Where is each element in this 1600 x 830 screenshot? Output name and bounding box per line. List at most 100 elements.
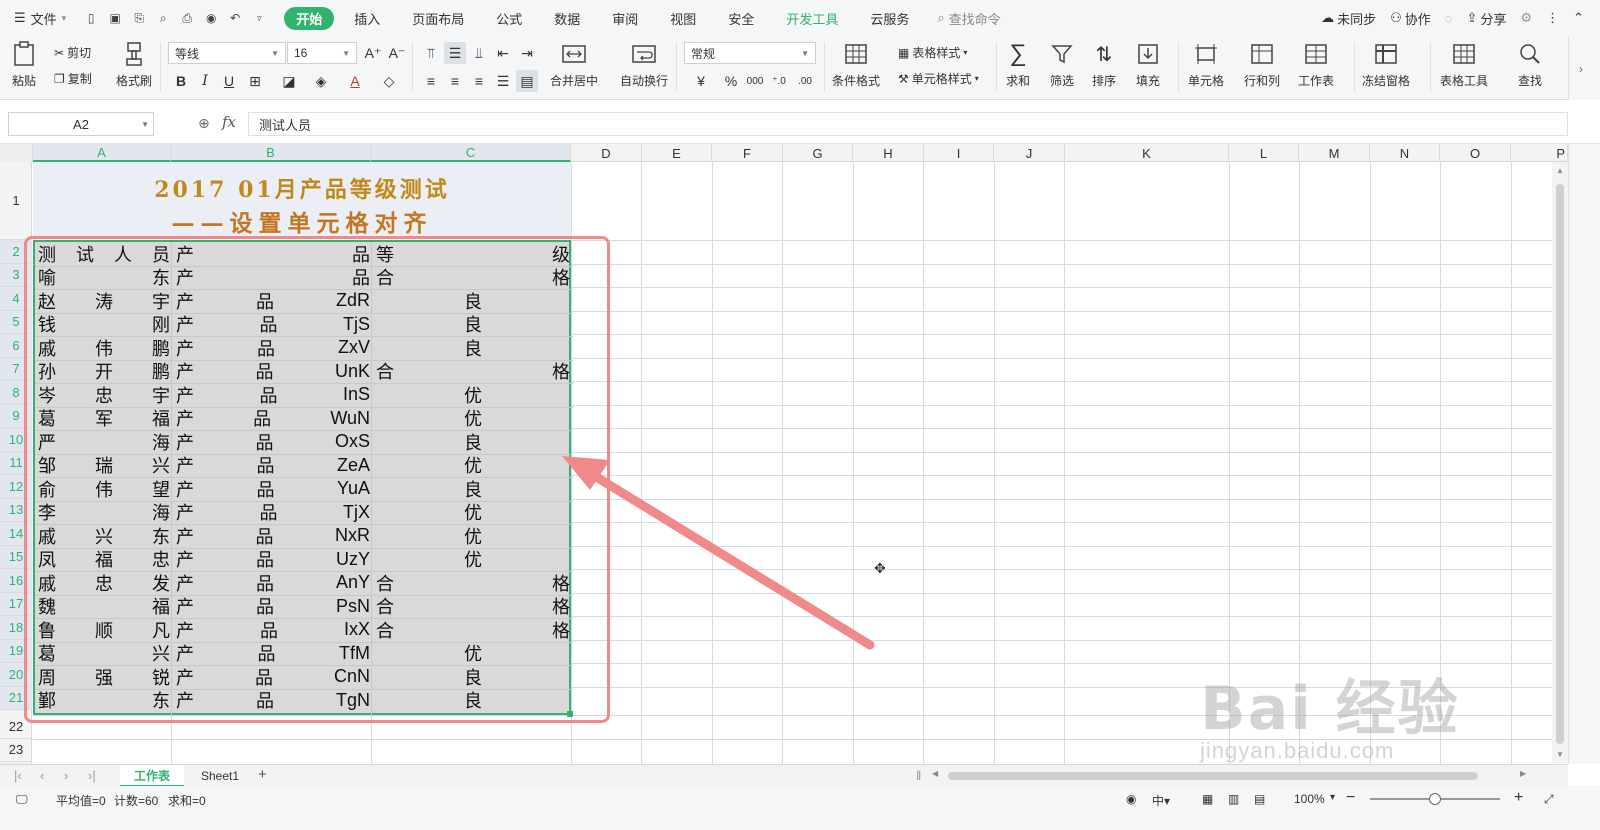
distributed-align-icon[interactable]: ▤ bbox=[516, 70, 538, 92]
sync-button[interactable]: ☁ 未同步 bbox=[1321, 9, 1376, 28]
number-format-select[interactable]: 常规 ▼ bbox=[684, 42, 816, 64]
sum-button[interactable]: ∑ 求和 bbox=[1004, 40, 1032, 89]
conditional-format-button[interactable]: 条件格式 bbox=[832, 40, 880, 89]
save-icon[interactable]: ▣ bbox=[106, 9, 124, 27]
collapse-ribbon-icon[interactable]: ⌃ bbox=[1573, 10, 1584, 26]
column-header[interactable]: M bbox=[1299, 144, 1370, 162]
cut-button[interactable]: ✂ 剪切 bbox=[54, 44, 91, 61]
fill-button[interactable]: 填充 bbox=[1134, 40, 1162, 89]
tab-security[interactable]: 安全 bbox=[716, 7, 766, 30]
first-sheet-icon[interactable]: |‹ bbox=[14, 768, 22, 783]
export-icon[interactable]: ⎘ bbox=[130, 9, 148, 27]
zoom-slider[interactable] bbox=[1370, 793, 1500, 805]
table-style-button[interactable]: ▦ 表格样式 ▾ bbox=[898, 44, 967, 61]
column-header[interactable]: O bbox=[1440, 144, 1511, 162]
decrease-font-icon[interactable]: A⁻ bbox=[386, 42, 408, 64]
vertical-scrollbar[interactable]: ▲ ▼ bbox=[1552, 162, 1568, 764]
column-header[interactable]: H bbox=[853, 144, 924, 162]
indent-decrease-icon[interactable]: ⇤ bbox=[492, 42, 514, 64]
table-tools-button[interactable]: 表格工具 bbox=[1440, 40, 1488, 89]
formula-input[interactable]: 测试人员 bbox=[248, 112, 1568, 136]
align-left-icon[interactable]: ≡ bbox=[420, 70, 442, 92]
last-sheet-icon[interactable]: ›| bbox=[88, 768, 96, 783]
page-break-view-icon[interactable]: ▤ bbox=[1254, 792, 1265, 806]
fullscreen-icon[interactable]: ⤢ bbox=[1544, 792, 1554, 807]
align-right-icon[interactable]: ≡ bbox=[468, 70, 490, 92]
column-header[interactable]: L bbox=[1229, 144, 1299, 162]
thousands-icon[interactable]: 000 bbox=[744, 70, 766, 92]
zoom-icon[interactable]: ⊕ bbox=[198, 115, 210, 132]
filter-button[interactable]: 筛选 bbox=[1048, 40, 1076, 89]
chevron-down-icon[interactable]: ▾ bbox=[1330, 792, 1335, 803]
column-header[interactable]: A bbox=[33, 144, 171, 162]
collab-button[interactable]: ⚇ 协作 bbox=[1390, 9, 1431, 28]
eraser-icon[interactable]: ◇ bbox=[378, 70, 400, 92]
eye-protection-icon[interactable]: ◉ bbox=[1126, 792, 1136, 806]
cells-button[interactable]: 单元格 bbox=[1188, 40, 1224, 89]
column-header[interactable]: B bbox=[171, 144, 371, 162]
copy-button[interactable]: ❐ 复制 bbox=[54, 70, 92, 87]
column-header[interactable]: N bbox=[1370, 144, 1440, 162]
settings-icon[interactable]: ⚙ bbox=[1520, 10, 1532, 26]
screenshot-icon[interactable]: ◉ bbox=[202, 9, 220, 27]
font-size-select[interactable]: 16 ▼ bbox=[287, 42, 357, 64]
title-cell[interactable]: 2017 01月产品等级测试 ——设置单元格对齐 bbox=[33, 162, 571, 240]
bucket-icon[interactable]: ◈ bbox=[310, 70, 332, 92]
tab-developer[interactable]: 开发工具 bbox=[774, 7, 850, 30]
underline-button[interactable]: U bbox=[218, 70, 240, 92]
format-painter-button[interactable]: 格式刷 bbox=[116, 40, 152, 89]
find-button[interactable]: 查找 bbox=[1516, 40, 1544, 89]
row-header[interactable]: 23 bbox=[0, 739, 32, 762]
print-icon[interactable]: ⎙ bbox=[178, 9, 196, 27]
screen-icon[interactable]: 🖵 bbox=[16, 792, 28, 807]
input-method-icon[interactable]: 中▾ bbox=[1152, 792, 1170, 809]
border-icon[interactable]: ⊞ bbox=[244, 70, 266, 92]
comment-icon[interactable]: ◌ bbox=[1445, 11, 1453, 26]
add-sheet-icon[interactable]: + bbox=[258, 766, 267, 783]
tab-home[interactable]: 开始 bbox=[284, 6, 335, 30]
function-icon[interactable]: fx bbox=[222, 113, 236, 131]
file-menu[interactable]: ☰ 文件 ▾ bbox=[0, 9, 74, 28]
wrap-text-button[interactable]: 自动换行 bbox=[620, 40, 668, 89]
align-middle-icon[interactable]: ☰ bbox=[444, 42, 466, 64]
column-header[interactable]: C bbox=[371, 144, 571, 162]
ribbon-scroll-right[interactable]: › bbox=[1568, 36, 1600, 764]
currency-icon[interactable]: ¥ bbox=[690, 70, 712, 92]
column-header[interactable]: P bbox=[1511, 144, 1568, 162]
merge-center-button[interactable]: 合并居中 bbox=[550, 40, 598, 89]
rows-cols-button[interactable]: 行和列 bbox=[1244, 40, 1280, 89]
sheet-tab-sheet1[interactable]: Sheet1 bbox=[188, 765, 252, 787]
column-header[interactable]: I bbox=[924, 144, 994, 162]
fill-color-icon[interactable]: ◪ bbox=[278, 70, 300, 92]
print-preview-icon[interactable]: ⌕ bbox=[154, 9, 172, 27]
customize-icon[interactable]: ▿ bbox=[250, 9, 268, 27]
zoom-level[interactable]: 100% bbox=[1294, 792, 1325, 806]
worksheet-button[interactable]: 工作表 bbox=[1298, 40, 1334, 89]
column-header[interactable]: J bbox=[994, 144, 1065, 162]
percent-icon[interactable]: % bbox=[720, 70, 742, 92]
scroll-down-icon[interactable]: ▼ bbox=[1556, 750, 1564, 759]
split-handle-icon[interactable]: ‖ bbox=[916, 768, 921, 783]
align-top-icon[interactable]: ⫪ bbox=[420, 42, 442, 64]
vertical-scroll-thumb[interactable] bbox=[1556, 184, 1564, 744]
column-header[interactable]: E bbox=[642, 144, 712, 162]
horizontal-scrollbar[interactable]: ◀ ▶ bbox=[930, 769, 1530, 782]
column-header[interactable]: D bbox=[571, 144, 642, 162]
normal-view-icon[interactable]: ▦ bbox=[1202, 792, 1213, 806]
column-header[interactable]: G bbox=[783, 144, 853, 162]
tab-cloud[interactable]: 云服务 bbox=[858, 7, 921, 30]
increase-font-icon[interactable]: A⁺ bbox=[362, 42, 384, 64]
sheet-tab-worksheet[interactable]: 工作表 bbox=[120, 765, 184, 787]
align-justify-icon[interactable]: ☰ bbox=[492, 70, 514, 92]
more-icon[interactable]: ⋮ bbox=[1546, 10, 1559, 26]
prev-sheet-icon[interactable]: ‹ bbox=[40, 768, 44, 783]
tab-data[interactable]: 数据 bbox=[542, 7, 592, 30]
page-layout-view-icon[interactable]: ▥ bbox=[1228, 792, 1239, 806]
italic-button[interactable]: I bbox=[194, 70, 216, 92]
name-box[interactable]: A2 ▼ bbox=[8, 112, 154, 136]
share-button[interactable]: ⇪ 分享 bbox=[1467, 9, 1507, 28]
font-name-select[interactable]: 等线 ▼ bbox=[168, 42, 286, 64]
column-header[interactable]: K bbox=[1065, 144, 1229, 162]
column-header[interactable]: F bbox=[712, 144, 783, 162]
tab-formulas[interactable]: 公式 bbox=[484, 7, 534, 30]
